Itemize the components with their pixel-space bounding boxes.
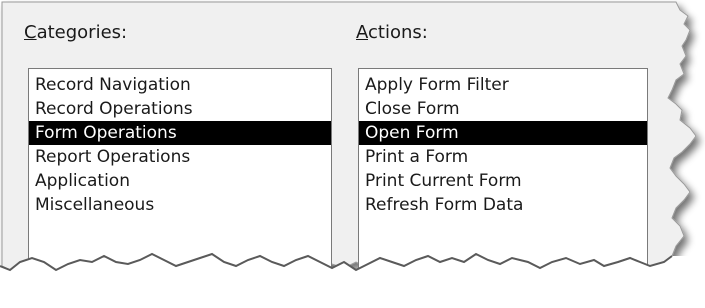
torn-bottom-mask [0,252,705,308]
dialog-screenshot: Categories: Record Navigation Record Ope… [0,0,705,308]
